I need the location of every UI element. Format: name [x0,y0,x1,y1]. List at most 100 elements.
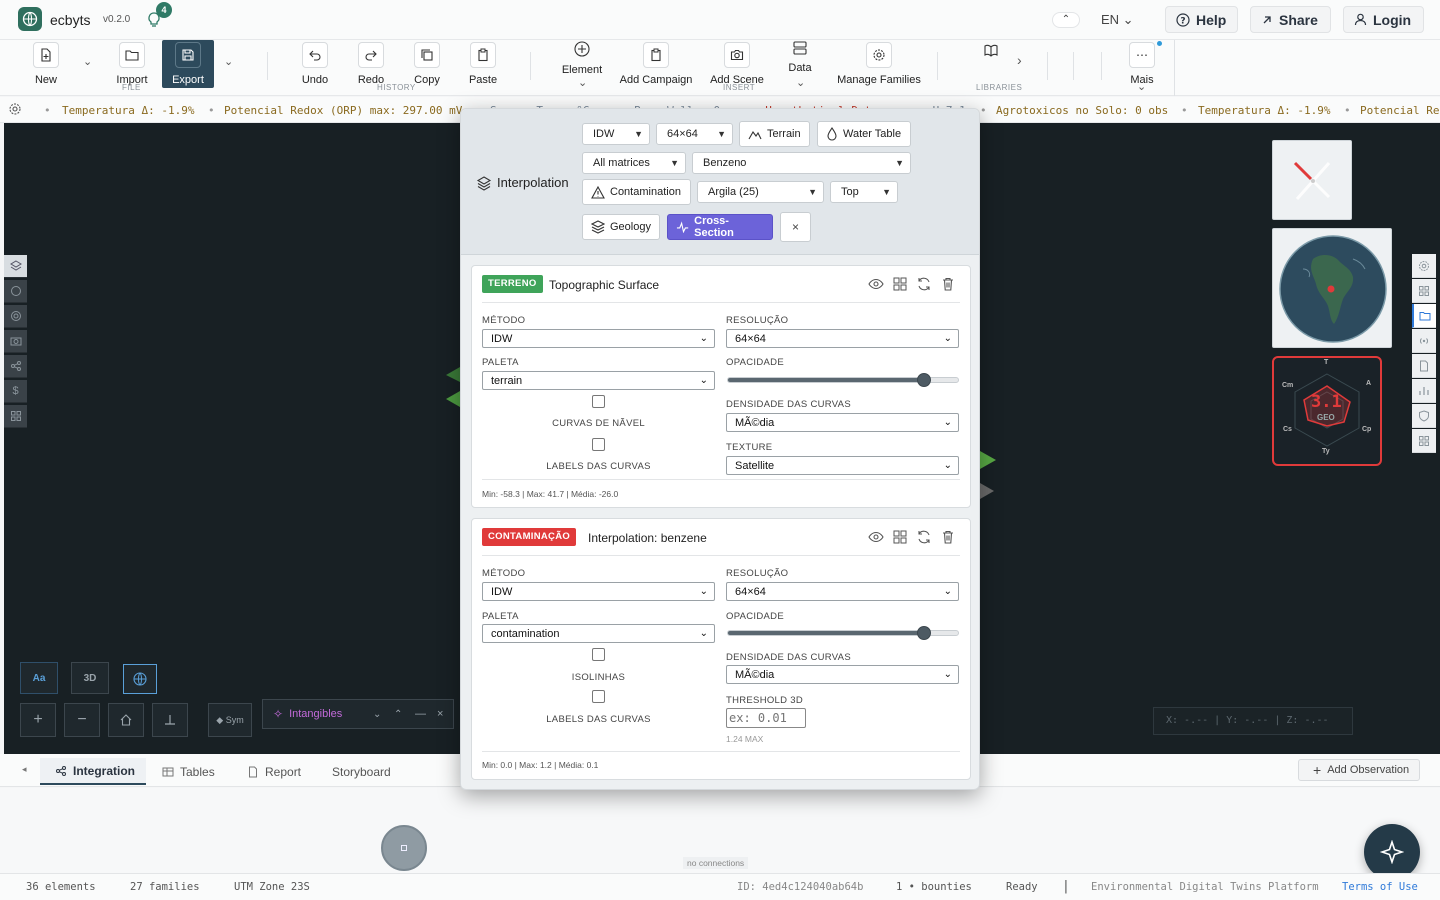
grid-icon[interactable] [892,529,908,545]
zoom-out-button[interactable]: − [64,703,100,737]
expand-down-icon[interactable]: ⌄ [373,709,381,720]
copy-button[interactable]: Copy [413,40,441,88]
bounties-status[interactable]: 1 • bounties [896,881,972,893]
expand-up-icon[interactable]: ⌃ [394,709,402,720]
grid-icon[interactable] [892,276,908,292]
collapse-panel-icon[interactable]: ◂ [22,764,27,775]
layer-select[interactable]: Argila (25) ▼ [697,181,824,203]
opacity-slider-knob[interactable] [916,373,931,387]
new-button[interactable]: New [32,40,60,88]
library-button[interactable] [978,40,1004,88]
signal-sidebar-button[interactable] [1412,329,1436,353]
circle-sidebar-button[interactable] [4,280,27,303]
document-sidebar-button[interactable] [1412,354,1436,378]
close-cross-section-button[interactable]: × [780,212,811,242]
compass-widget[interactable] [1272,140,1352,220]
cross-section-button[interactable]: Cross-Section [667,214,773,240]
method-select[interactable]: IDW ▼ [582,123,650,145]
add-campaign-button[interactable]: Add Campaign [618,40,694,88]
manage-families-button[interactable]: Manage Families [836,40,922,88]
folder-sidebar-button[interactable] [1412,304,1436,328]
card-resolution-select[interactable]: 64×64 ⌄ [726,329,959,348]
home-view-button[interactable] [108,703,144,737]
graph-node[interactable] [381,825,427,871]
tab-integration[interactable]: Integration [40,758,146,785]
integration-graph[interactable]: no connections [0,788,1440,880]
threshold-input[interactable] [726,708,806,728]
data-dropdown-chevron-icon[interactable]: ⌄ [796,76,805,89]
add-observation-button[interactable]: + Add Observation [1298,759,1420,781]
share-sidebar-button[interactable] [4,355,27,378]
globe-view-button[interactable] [123,664,157,694]
card-method-select[interactable]: IDW ⌄ [482,582,715,601]
import-button[interactable]: Import [116,40,148,88]
export-button[interactable]: Export [162,40,214,88]
position-select[interactable]: Top ▼ [830,181,898,203]
settings-icon[interactable] [8,102,22,116]
card-density-select[interactable]: MÃ©dia ⌄ [726,413,959,432]
element-dropdown-chevron-icon[interactable]: ⌄ [578,76,587,89]
target-sidebar-button[interactable] [4,305,27,328]
tab-report[interactable]: Report [247,758,301,785]
text-labels-toggle[interactable]: Aa [20,662,58,694]
zoom-in-button[interactable]: + [20,703,56,737]
eye-icon[interactable] [868,276,884,292]
eye-icon[interactable] [868,529,884,545]
app-logo[interactable] [18,7,42,31]
card-resolution-select[interactable]: 64×64 ⌄ [726,582,959,601]
contour-lines-checkbox[interactable] [592,395,605,408]
new-dropdown-chevron-icon[interactable]: ⌄ [83,55,92,68]
3d-toggle[interactable]: 3D [71,662,109,694]
cost-sidebar-button[interactable]: $ [4,380,27,403]
undo-button[interactable]: Undo [301,40,329,88]
collapse-toggle[interactable]: ⌃ [1052,12,1080,28]
card-texture-select[interactable]: Satellite ⌄ [726,456,959,475]
ai-assistant-button[interactable] [1364,824,1420,880]
contour-labels-checkbox[interactable] [592,690,605,703]
refresh-icon[interactable] [916,276,932,292]
geology-button[interactable]: Geology [582,214,660,240]
opacity-slider[interactable] [727,626,959,640]
add-scene-button[interactable]: Add Scene [708,40,766,88]
paste-button[interactable]: Paste [469,40,497,88]
card-palette-select[interactable]: terrain ⌄ [482,371,715,390]
card-density-select[interactable]: MÃ©dia ⌄ [726,665,959,684]
language-select[interactable]: EN ⌄ [1101,12,1134,28]
minimize-icon[interactable]: — [415,708,426,720]
close-icon[interactable]: × [437,708,443,720]
matrices-select[interactable]: All matrices ▼ [582,152,686,174]
camera-sidebar-button[interactable] [4,330,27,353]
grid-sidebar-button[interactable] [4,405,27,428]
shield-sidebar-button[interactable] [1412,404,1436,428]
help-button[interactable]: ? Help [1165,6,1238,33]
opacity-slider-knob[interactable] [916,626,931,640]
settings-sidebar-button[interactable] [1412,254,1436,278]
isolines-checkbox[interactable] [592,648,605,661]
export-dropdown-chevron-icon[interactable]: ⌄ [224,55,233,68]
tab-storyboard[interactable]: Storyboard [332,758,391,785]
geo-score-radar[interactable]: T A Cp Ty Cs Cm 3.1 GEO [1272,356,1382,466]
redo-button[interactable]: Redo [357,40,385,88]
chart-sidebar-button[interactable] [1412,379,1436,403]
ground-view-button[interactable] [152,703,188,737]
trash-icon[interactable] [940,276,956,292]
apps-sidebar-button[interactable] [1412,429,1436,453]
water-table-button[interactable]: Water Table [817,121,911,147]
intangibles-bar[interactable]: ✧ Intangibles ⌄ ⌃ — × [262,699,454,729]
share-button[interactable]: Share [1250,6,1331,33]
trash-icon[interactable] [940,529,956,545]
grid-sidebar-button[interactable] [1412,279,1436,303]
layers-sidebar-button[interactable] [4,255,27,278]
terms-link[interactable]: Terms of Use [1342,881,1418,893]
card-palette-select[interactable]: contamination ⌄ [482,624,715,643]
tab-tables[interactable]: Tables [162,758,215,785]
opacity-slider[interactable] [727,373,959,387]
login-button[interactable]: Login [1343,6,1424,33]
terrain-button[interactable]: Terrain [739,121,810,147]
chevron-right-icon[interactable]: › [1017,52,1022,68]
contamination-button[interactable]: Contamination [582,179,691,205]
globe-minimap[interactable] [1272,228,1392,348]
substance-select[interactable]: Benzeno ▼ [692,152,911,174]
contour-labels-checkbox[interactable] [592,438,605,451]
resolution-select[interactable]: 64×64 ▼ [656,123,733,145]
